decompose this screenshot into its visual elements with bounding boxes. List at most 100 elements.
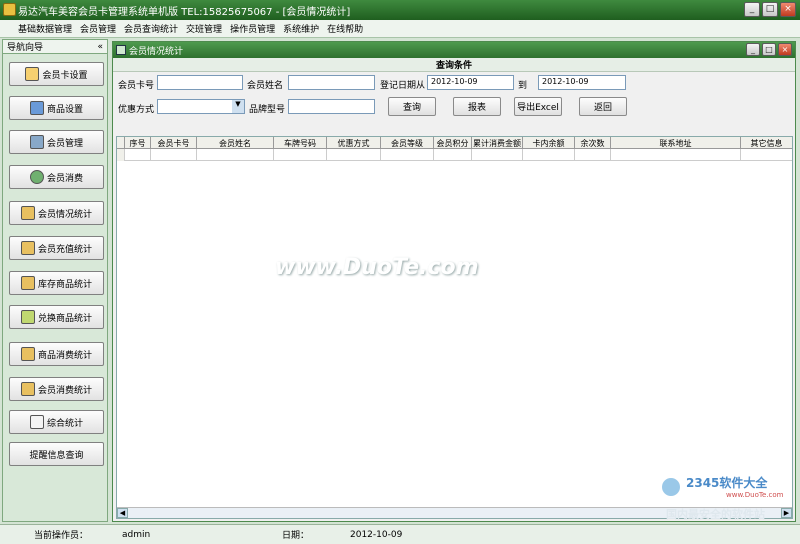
date-value: 2012-10-09 [350,529,403,540]
menu-member-query[interactable]: 会员查询统计 [120,22,182,35]
sidebar-item-member-stats[interactable]: 会员情况统计 [9,201,104,225]
table-cell[interactable] [434,149,472,161]
chevron-down-icon[interactable]: ▼ [232,100,244,113]
discount-select[interactable]: ▼ [157,99,245,114]
table-row[interactable] [117,149,792,161]
table-cell[interactable] [611,149,741,161]
col-total-spend[interactable]: 累计消费金额 [472,137,523,149]
chart-icon [20,276,35,290]
menu-maintenance[interactable]: 系统维护 [279,22,323,35]
date-to-label: 到 [518,81,528,91]
slogan-text: 国内最安全的软件站 [666,508,765,521]
chart-icon [20,206,35,220]
table-cell[interactable] [327,149,381,161]
brand-field[interactable] [288,99,375,114]
date-label: 日期： [282,531,310,541]
close-button[interactable]: × [780,2,796,17]
window-menu-icon[interactable] [116,45,126,55]
table-cell[interactable] [197,149,274,161]
col-plate[interactable]: 车牌号码 [274,137,327,149]
sidebar-item-product[interactable]: 商品设置 [9,96,104,120]
brand-watermark: 2345软件大全 www.DuoTe.com 国内最安全的软件站 [660,470,796,521]
menu-basic-data[interactable]: 基础数据管理 [14,22,76,35]
menu-shift[interactable]: 交班管理 [182,22,226,35]
sidebar-item-reminder-query[interactable]: 提醒信息查询 [9,442,104,466]
col-balance[interactable]: 卡内余额 [523,137,575,149]
date-to-field[interactable]: 2012-10-09 [538,75,626,90]
sidebar-item-member-manage[interactable]: 会员管理 [9,130,104,154]
collapse-icon[interactable]: « [97,42,103,52]
results-grid[interactable]: 序号 会员卡号 会员姓名 车牌号码 优惠方式 会员等级 会员积分 累计消费金额 … [116,136,793,519]
query-form: 会员卡号 会员姓名 登记日期从 2012-10-09 到 2012-10-09 … [113,72,795,128]
child-maximize-button[interactable]: □ [762,43,776,56]
maximize-button[interactable]: □ [762,2,778,17]
sidebar-item-recharge-stats[interactable]: 会员充值统计 [9,236,104,260]
window-title: 易达汽车美容会员卡管理系统单机版 TEL:15825675067 - [会员情况… [18,6,351,18]
card-no-field[interactable] [157,75,243,90]
export-excel-button[interactable]: 导出Excel [514,97,562,116]
watermark: www.DuoTe.com [275,255,479,280]
operator-label: 当前操作员： [34,531,89,541]
table-cell[interactable] [125,149,151,161]
child-minimize-button[interactable]: _ [746,43,760,56]
sidebar-item-product-spend-stats[interactable]: 商品消费统计 [9,342,104,366]
sidebar-item-member-spend-stats[interactable]: 会员消费统计 [9,377,104,401]
name-label: 会员姓名 [247,81,284,91]
member-card-icon [25,67,40,81]
menu-help[interactable]: 在线帮助 [323,22,367,35]
chart-icon [20,241,35,255]
child-window-title: 会员情况统计 [129,46,184,57]
date-from-label: 登记日期从 [380,81,426,91]
sidebar-item-member-spend[interactable]: 会员消费 [9,165,104,189]
table-cell[interactable] [523,149,575,161]
brand-label: 品牌型号 [249,105,286,115]
sidebar-item-member-card[interactable]: 会员卡设置 [9,62,104,86]
nav-sidebar: 导航向导 « 会员卡设置 商品设置 会员管理 会员消费 会员情况统计 会员充值统… [2,39,108,522]
menu-member[interactable]: 会员管理 [76,22,120,35]
exchange-icon [20,310,35,324]
col-points[interactable]: 会员积分 [434,137,472,149]
col-seq[interactable]: 序号 [125,137,151,149]
app-icon [3,3,16,16]
back-button[interactable]: 返回 [579,97,627,116]
report-button[interactable]: 报表 [453,97,501,116]
sidebar-item-overall-stats[interactable]: 综合统计 [9,410,104,434]
menu-operator[interactable]: 操作员管理 [226,22,279,35]
product-icon [29,101,44,115]
table-cell[interactable] [151,149,197,161]
col-address[interactable]: 联系地址 [611,137,741,149]
minimize-button[interactable]: _ [744,2,760,17]
card-no-label: 会员卡号 [118,81,155,91]
member-spend-icon [29,170,44,184]
sidebar-item-exchange-stats[interactable]: 兑换商品统计 [9,305,104,329]
title-bar: 易达汽车美容会员卡管理系统单机版 TEL:15825675067 - [会员情况… [0,0,800,20]
sidebar-title: 导航向导 [7,43,44,53]
chart-icon [20,382,35,396]
table-cell[interactable] [575,149,611,161]
col-remaining-times[interactable]: 余次数 [575,137,611,149]
grid-header: 序号 会员卡号 会员姓名 车牌号码 优惠方式 会员等级 会员积分 累计消费金额 … [117,137,792,149]
col-discount[interactable]: 优惠方式 [327,137,381,149]
child-close-button[interactable]: × [778,43,792,56]
name-field[interactable] [288,75,375,90]
col-other[interactable]: 其它信息 [741,137,792,149]
col-level[interactable]: 会员等级 [381,137,434,149]
member-manage-icon [29,135,44,149]
date-from-field[interactable]: 2012-10-09 [427,75,514,90]
operator-value: admin [122,529,151,540]
menu-bar: 基础数据管理 会员管理 会员查询统计 交班管理 操作员管理 系统维护 在线帮助 [0,20,800,38]
scroll-left-icon[interactable]: ◀ [117,508,128,518]
col-card-no[interactable]: 会员卡号 [151,137,197,149]
table-cell[interactable] [274,149,327,161]
query-section-title: 查询条件 [113,58,795,72]
col-name[interactable]: 会员姓名 [197,137,274,149]
mascot-icon [660,476,682,498]
discount-label: 优惠方式 [118,105,155,115]
table-cell[interactable] [472,149,523,161]
chart-icon [20,347,35,361]
table-cell[interactable] [381,149,434,161]
member-stats-window: 会员情况统计 _ □ × 查询条件 会员卡号 会员姓名 登记日期从 2012-1… [112,41,796,522]
row-indicator [117,149,125,161]
sidebar-item-stock-stats[interactable]: 库存商品统计 [9,271,104,295]
query-button[interactable]: 查询 [388,97,436,116]
